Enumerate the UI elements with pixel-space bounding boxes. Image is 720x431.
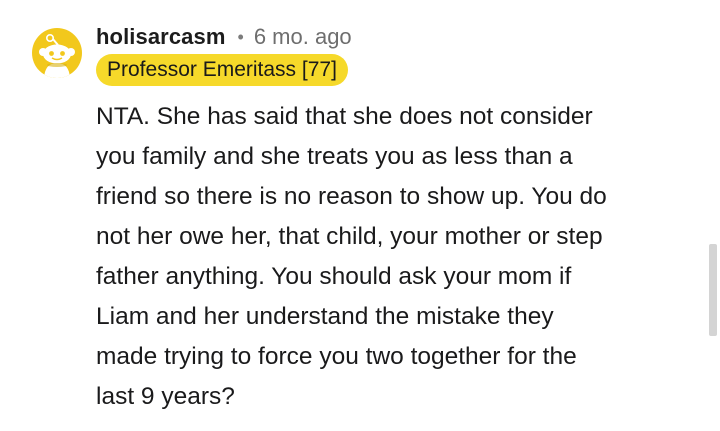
- comment-body-line: last 9 years?: [96, 383, 235, 410]
- timestamp[interactable]: 6 mo. ago: [254, 24, 352, 50]
- snoo-avatar-icon[interactable]: [32, 28, 82, 78]
- comment-body-line: father anything. You should ask your mom…: [96, 263, 572, 290]
- user-flair-badge: Professor Emeritass [77]: [96, 54, 348, 86]
- separator-dot: •: [237, 26, 244, 47]
- scrollbar-thumb[interactable]: [709, 244, 717, 336]
- comment: holisarcasm • 6 mo. ago Professor Emerit…: [0, 0, 720, 431]
- comment-body-line: NTA. She has said that she does not cons…: [96, 103, 593, 130]
- comment-body-line: friend so there is no reason to show up.…: [96, 183, 607, 210]
- comment-body-line: made trying to force you two together fo…: [96, 343, 577, 370]
- comment-body-line: not her owe her, that child, your mother…: [96, 223, 603, 250]
- comment-body-line: you family and she treats you as less th…: [96, 143, 573, 170]
- comment-header: holisarcasm • 6 mo. ago: [96, 22, 352, 52]
- comment-body-line: Liam and her understand the mistake they: [96, 303, 554, 330]
- username-link[interactable]: holisarcasm: [96, 24, 226, 50]
- comment-body: NTA. She has said that she does not cons…: [96, 97, 696, 417]
